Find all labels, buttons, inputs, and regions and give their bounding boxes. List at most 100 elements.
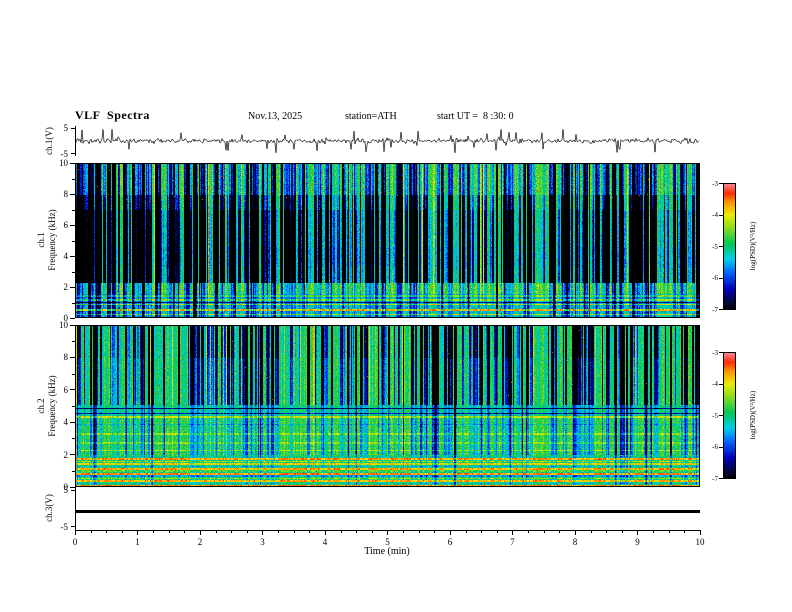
x-minor-tick	[590, 530, 592, 533]
ch1-spec-ylabel: ch.1 Frequency (kHz)	[36, 209, 58, 270]
x-minor-tick	[153, 530, 155, 533]
y-tick-label: 4	[63, 251, 69, 261]
x-minor-tick	[496, 530, 498, 533]
y-tick-mark	[70, 286, 75, 288]
ch1-spec-axis-label: Frequency (kHz)	[47, 209, 57, 271]
ch3-voltage-ylabel: ch.3(V)	[44, 494, 54, 522]
x-minor-tick	[606, 530, 608, 533]
x-minor-tick	[293, 530, 295, 533]
x-tick-mark	[699, 530, 701, 535]
y-tick-label: 5	[63, 485, 69, 496]
colorbar-tick-mark	[719, 446, 723, 448]
ch1-waveform-canvas	[75, 126, 700, 156]
y-tick-mark	[70, 324, 75, 326]
ch1-spectrogram-canvas	[75, 163, 700, 318]
colorbar-tick-mark	[719, 183, 723, 184]
x-tick-label: 3	[260, 537, 265, 547]
colorbar-ch1-label: log(PSD)(V²/Hz)	[749, 221, 757, 271]
colorbar-tick-label: -7	[712, 305, 718, 314]
y-tick-mark	[70, 224, 75, 226]
y-tick-label: 5	[63, 123, 69, 134]
start-ut-label: start UT = 8 :30: 0	[437, 111, 514, 122]
ch3-waveform-canvas	[75, 487, 700, 530]
y-tick-mark	[70, 421, 75, 423]
x-minor-tick	[684, 530, 686, 533]
colorbar-ch2-label: log(PSD)(V²/Hz)	[749, 390, 757, 440]
y-tick-mark	[71, 489, 75, 491]
x-minor-tick	[356, 530, 358, 533]
x-minor-tick	[434, 530, 436, 533]
y-tick-label: 8	[63, 352, 69, 363]
colorbar-tick-label: -3	[712, 348, 718, 357]
y-tick-label: 10	[59, 320, 68, 330]
y-minor-tick	[72, 470, 75, 472]
x-minor-tick	[403, 530, 405, 533]
y-tick-mark	[70, 454, 75, 456]
date-label: Nov.13, 2025	[248, 111, 303, 122]
x-minor-tick	[106, 530, 108, 533]
y-tick-label: 6	[63, 384, 69, 395]
x-tick-label: 10	[695, 537, 705, 547]
y-tick-label: 10	[59, 158, 68, 168]
x-minor-tick	[215, 530, 217, 533]
y-minor-tick	[72, 406, 75, 407]
plot-title: VLF Spectra	[75, 108, 150, 122]
x-tick-label: 5	[385, 537, 390, 547]
y-tick-mark	[70, 356, 75, 358]
colorbar-tick-mark	[719, 383, 723, 385]
colorbar-tick-label: -4	[712, 211, 718, 219]
y-tick-mark	[70, 193, 75, 195]
colorbar-tick-label: -3	[712, 179, 718, 188]
x-minor-tick	[309, 530, 311, 533]
y-tick-label: 6	[63, 220, 69, 230]
colorbar-tick-mark	[719, 214, 723, 216]
x-minor-tick	[121, 530, 123, 533]
colorbar-tick-label: -5	[712, 242, 718, 251]
x-minor-tick	[168, 530, 170, 533]
colorbar-tick-mark	[719, 352, 723, 353]
x-tick-mark	[512, 530, 513, 535]
x-tick-mark	[637, 530, 638, 535]
y-tick-mark	[71, 127, 75, 129]
y-tick-mark	[70, 162, 75, 164]
x-tick-mark	[324, 530, 326, 535]
x-minor-tick	[418, 530, 420, 533]
x-tick-label: 6	[447, 537, 453, 547]
y-minor-tick	[72, 341, 75, 343]
x-minor-tick	[653, 530, 655, 533]
vlf-spectra-figure: VLF Spectra Nov.13, 2025 station=ATH sta…	[0, 0, 792, 612]
x-tick-label: 9	[635, 537, 640, 547]
x-minor-tick	[668, 530, 670, 533]
y-minor-tick	[72, 302, 75, 304]
x-minor-tick	[371, 530, 373, 533]
colorbar-tick-mark	[719, 415, 723, 416]
y-minor-tick	[72, 178, 75, 180]
x-tick-label: 4	[322, 537, 328, 547]
x-tick-label: 8	[572, 537, 578, 547]
colorbar-tick-label: -6	[712, 274, 718, 282]
colorbar-tick-mark	[719, 246, 723, 247]
colorbar-ch2	[723, 352, 736, 479]
x-minor-tick	[528, 530, 530, 533]
x-tick-mark	[74, 530, 76, 535]
y-tick-mark	[71, 153, 75, 155]
x-tick-label: 1	[135, 537, 140, 547]
y-tick-label: -5	[60, 521, 69, 532]
x-minor-tick	[340, 530, 342, 533]
ch1-spec-channel-label: ch.1	[36, 232, 46, 248]
y-minor-tick	[72, 271, 75, 273]
colorbar-tick-label: -5	[712, 411, 718, 420]
y-minor-tick	[72, 240, 75, 242]
y-tick-label: 2	[63, 449, 69, 460]
x-minor-tick	[481, 530, 483, 533]
y-minor-tick	[72, 209, 75, 211]
x-tick-label: 0	[72, 537, 78, 547]
y-tick-label: -5	[60, 148, 69, 159]
colorbar-ch1	[723, 183, 736, 310]
y-axis-line	[75, 487, 76, 530]
colorbar-tick-label: -6	[712, 443, 718, 451]
x-tick-mark	[199, 530, 201, 535]
y-tick-mark	[70, 317, 75, 319]
x-minor-tick	[246, 530, 248, 533]
x-tick-mark	[449, 530, 451, 535]
